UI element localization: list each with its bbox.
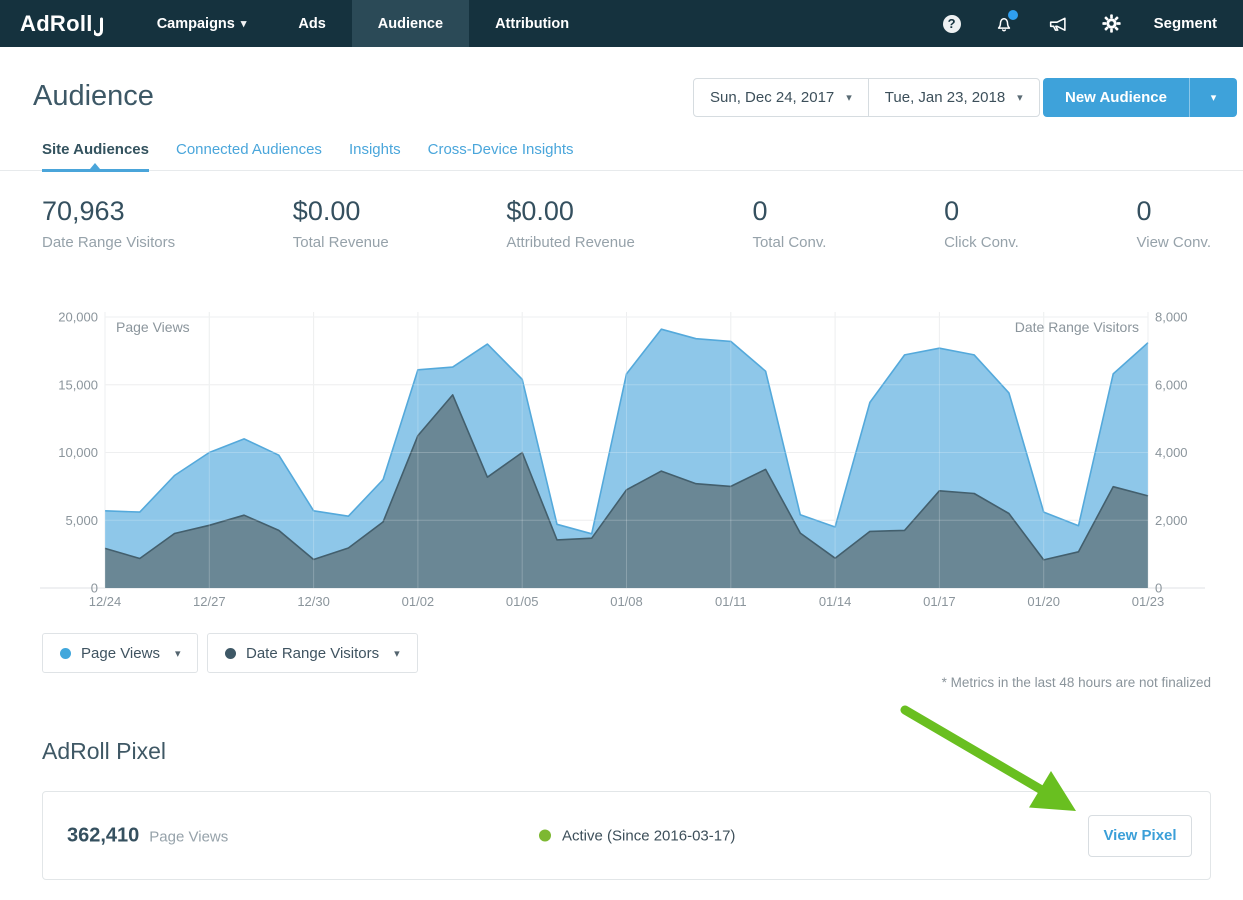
svg-text:4,000: 4,000 bbox=[1155, 445, 1188, 460]
svg-text:12/30: 12/30 bbox=[297, 594, 330, 609]
nav-item-ads[interactable]: Ads bbox=[272, 0, 351, 47]
svg-text:8,000: 8,000 bbox=[1155, 310, 1188, 325]
caret-down-icon: ▾ bbox=[241, 17, 247, 30]
date-end-select[interactable]: Tue, Jan 23, 2018 ▾ bbox=[868, 79, 1039, 116]
svg-text:01/20: 01/20 bbox=[1027, 594, 1060, 609]
date-range-visitors-series-dot-icon bbox=[225, 648, 236, 659]
tab-cross-device-insights[interactable]: Cross-Device Insights bbox=[428, 133, 574, 170]
settings-gear-icon[interactable] bbox=[1102, 14, 1121, 33]
nav-item-audience[interactable]: Audience bbox=[352, 0, 469, 47]
legend-dropdown-page-views[interactable]: Page Views ▾ bbox=[42, 633, 198, 673]
adroll-logo-hook-icon bbox=[94, 15, 105, 39]
svg-text:20,000: 20,000 bbox=[58, 310, 98, 325]
stat-label: View Conv. bbox=[1137, 234, 1211, 251]
stat-click-conv: 0 Click Conv. bbox=[944, 196, 1019, 251]
stat-label: Total Revenue bbox=[293, 234, 389, 251]
adroll-logo-text: AdRoll bbox=[20, 11, 93, 37]
stat-label: Date Range Visitors bbox=[42, 234, 175, 251]
stat-value: $0.00 bbox=[293, 196, 389, 227]
date-start-select[interactable]: Sun, Dec 24, 2017 ▾ bbox=[694, 79, 868, 116]
new-audience-split-button: New Audience ▾ bbox=[1043, 78, 1237, 117]
stat-label: Attributed Revenue bbox=[506, 234, 634, 251]
view-pixel-button[interactable]: View Pixel bbox=[1088, 815, 1192, 857]
stat-value: 0 bbox=[752, 196, 826, 227]
announcements-megaphone-icon[interactable] bbox=[1047, 13, 1069, 35]
audience-area-chart: 05,00010,00015,00020,00002,0004,0006,000… bbox=[40, 310, 1205, 612]
pixel-page-views-label: Page Views bbox=[149, 828, 228, 845]
svg-text:10,000: 10,000 bbox=[58, 445, 98, 460]
notifications-bell-icon[interactable] bbox=[994, 13, 1014, 34]
pixel-page-views-value: 362,410 bbox=[67, 824, 139, 847]
tab-site-audiences[interactable]: Site Audiences bbox=[42, 133, 149, 170]
top-nav: AdRoll Campaigns ▾ Ads Audience Attribut… bbox=[0, 0, 1243, 47]
nav-item-label: Audience bbox=[378, 16, 443, 32]
active-status-dot-icon bbox=[539, 830, 551, 842]
nav-item-attribution[interactable]: Attribution bbox=[469, 0, 595, 47]
new-audience-button[interactable]: New Audience bbox=[1043, 78, 1189, 117]
tab-insights[interactable]: Insights bbox=[349, 133, 401, 170]
stat-date-range-visitors: 70,963 Date Range Visitors bbox=[42, 196, 175, 251]
legend-dropdown-date-range-visitors[interactable]: Date Range Visitors ▾ bbox=[207, 633, 418, 673]
adroll-pixel-card: 362,410 Page Views Active (Since 2016-03… bbox=[42, 791, 1211, 880]
caret-down-icon: ▾ bbox=[175, 647, 181, 660]
caret-down-icon: ▾ bbox=[846, 91, 852, 104]
svg-text:01/02: 01/02 bbox=[402, 594, 435, 609]
page-title: Audience bbox=[33, 80, 154, 113]
pixel-page-views: 362,410 Page Views bbox=[67, 824, 228, 847]
svg-text:01/05: 01/05 bbox=[506, 594, 539, 609]
stat-view-conv: 0 View Conv. bbox=[1137, 196, 1211, 251]
stat-label: Click Conv. bbox=[944, 234, 1019, 251]
svg-text:01/11: 01/11 bbox=[715, 594, 747, 609]
pixel-status-text: Active (Since 2016-03-17) bbox=[562, 827, 735, 844]
traffic-chart-container: 05,00010,00015,00020,00002,0004,0006,000… bbox=[40, 310, 1205, 612]
legend-label: Page Views bbox=[81, 645, 160, 662]
tab-connected-audiences[interactable]: Connected Audiences bbox=[176, 133, 322, 170]
adroll-pixel-heading: AdRoll Pixel bbox=[42, 738, 166, 765]
stat-label: Total Conv. bbox=[752, 234, 826, 251]
svg-text:01/14: 01/14 bbox=[819, 594, 852, 609]
page-views-series-dot-icon bbox=[60, 648, 71, 659]
summary-stats: 70,963 Date Range Visitors $0.00 Total R… bbox=[42, 196, 1211, 251]
svg-text:Date Range Visitors: Date Range Visitors bbox=[1015, 319, 1139, 335]
new-audience-dropdown-button[interactable]: ▾ bbox=[1189, 78, 1237, 117]
svg-text:12/27: 12/27 bbox=[193, 594, 226, 609]
svg-text:6,000: 6,000 bbox=[1155, 377, 1188, 392]
svg-text:5,000: 5,000 bbox=[65, 513, 98, 528]
stat-total-conv: 0 Total Conv. bbox=[752, 196, 826, 251]
pixel-status: Active (Since 2016-03-17) bbox=[539, 827, 735, 844]
caret-down-icon: ▾ bbox=[394, 647, 400, 660]
stat-value: 70,963 bbox=[42, 196, 175, 227]
stat-value: $0.00 bbox=[506, 196, 634, 227]
stat-value: 0 bbox=[944, 196, 1019, 227]
nav-item-label: Attribution bbox=[495, 16, 569, 32]
nav-item-label: Ads bbox=[298, 16, 325, 32]
svg-text:2,000: 2,000 bbox=[1155, 513, 1188, 528]
stat-attributed-revenue: $0.00 Attributed Revenue bbox=[506, 196, 634, 251]
audience-page: AdRoll Campaigns ▾ Ads Audience Attribut… bbox=[0, 0, 1243, 900]
date-end-value: Tue, Jan 23, 2018 bbox=[885, 89, 1005, 106]
nav-right: ? bbox=[943, 0, 1243, 47]
svg-text:Page Views: Page Views bbox=[116, 319, 190, 335]
help-icon[interactable]: ? bbox=[943, 15, 961, 33]
account-menu-segment[interactable]: Segment bbox=[1154, 15, 1217, 32]
adroll-logo[interactable]: AdRoll bbox=[0, 0, 131, 47]
legend-label: Date Range Visitors bbox=[246, 645, 379, 662]
svg-text:01/17: 01/17 bbox=[923, 594, 956, 609]
caret-down-icon: ▾ bbox=[1211, 91, 1217, 104]
audience-tabs: Site Audiences Connected Audiences Insig… bbox=[0, 133, 1243, 171]
notification-badge bbox=[1008, 10, 1018, 20]
svg-text:12/24: 12/24 bbox=[89, 594, 122, 609]
stat-value: 0 bbox=[1137, 196, 1211, 227]
metrics-footnote: * Metrics in the last 48 hours are not f… bbox=[942, 675, 1211, 690]
date-start-value: Sun, Dec 24, 2017 bbox=[710, 89, 834, 106]
nav-items: Campaigns ▾ Ads Audience Attribution bbox=[131, 0, 595, 47]
nav-item-label: Campaigns bbox=[157, 16, 235, 32]
stat-total-revenue: $0.00 Total Revenue bbox=[293, 196, 389, 251]
nav-item-campaigns[interactable]: Campaigns ▾ bbox=[131, 0, 273, 47]
date-range-picker: Sun, Dec 24, 2017 ▾ Tue, Jan 23, 2018 ▾ bbox=[693, 78, 1040, 117]
svg-text:01/23: 01/23 bbox=[1132, 594, 1165, 609]
svg-text:15,000: 15,000 bbox=[58, 377, 98, 392]
caret-down-icon: ▾ bbox=[1017, 91, 1023, 104]
svg-text:01/08: 01/08 bbox=[610, 594, 643, 609]
